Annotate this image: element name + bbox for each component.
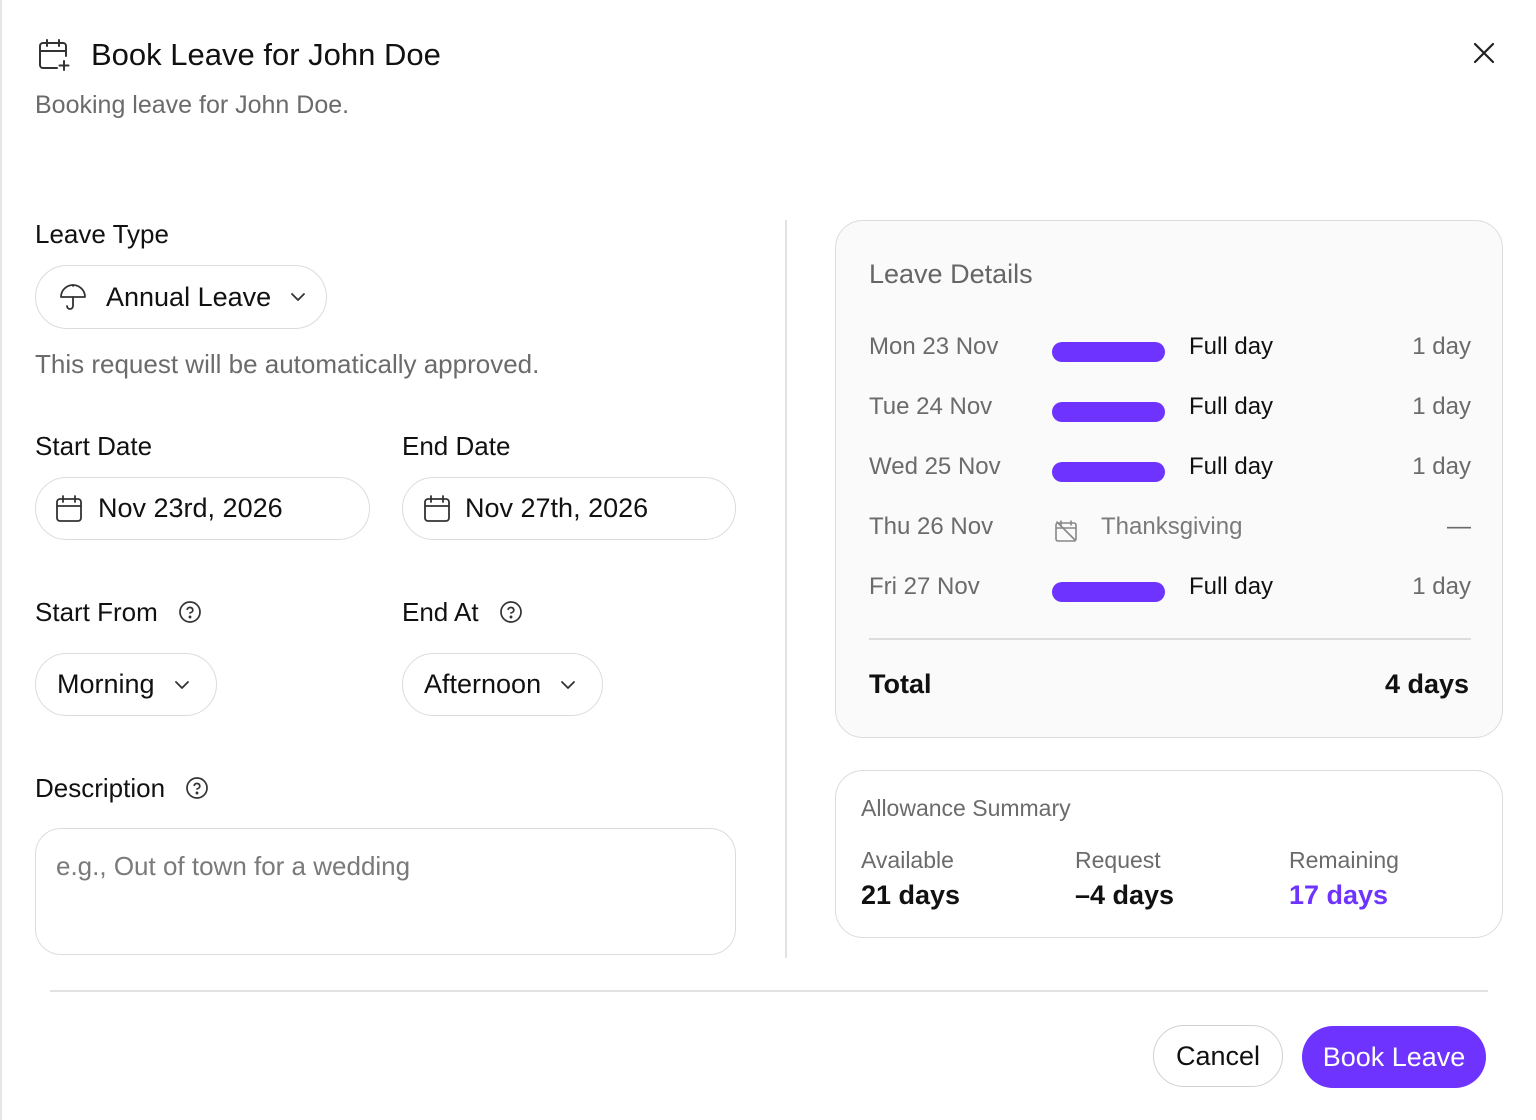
leave-day-amount: 1 day [1412, 393, 1471, 420]
available-label: Available [861, 847, 954, 873]
chevron-down-icon [559, 676, 577, 694]
start-date-picker[interactable]: Nov 23rd, 2026 [35, 477, 370, 540]
close-icon[interactable] [1473, 42, 1495, 64]
leave-day-amount: — [1447, 513, 1471, 540]
leave-type-select[interactable]: Annual Leave [35, 265, 327, 329]
allowance-available: Available 21 days [861, 847, 960, 911]
dialog-left-edge [0, 0, 2, 1120]
leave-type-label: Leave Type [35, 219, 169, 249]
dialog-subtitle: Booking leave for John Doe. [35, 91, 350, 119]
start-from-label: Start From [35, 597, 202, 627]
leave-day-date: Tue 24 Nov [869, 393, 993, 420]
request-value: –4 days [1075, 880, 1175, 910]
leave-day-date: Mon 23 Nov [869, 333, 999, 360]
auto-approve-note: This request will be automatically appro… [35, 349, 540, 379]
leave-details-title: Leave Details [869, 259, 1033, 289]
dialog-title: Book Leave for John Doe [91, 37, 441, 72]
column-divider [785, 220, 787, 958]
holiday-row: Thu 26 Nov Thanksgiving — [836, 507, 1504, 547]
total-value: 4 days [1384, 669, 1469, 699]
footer-divider [50, 990, 1488, 992]
end-date-label-text: End Date [402, 431, 511, 461]
start-from-select[interactable]: Morning [35, 653, 217, 716]
help-circle-icon[interactable] [499, 600, 523, 624]
leave-day-amount: 1 day [1412, 453, 1471, 480]
end-date-picker[interactable]: Nov 27th, 2026 [402, 477, 736, 540]
description-input[interactable] [35, 828, 736, 955]
available-value: 21 days [861, 880, 961, 910]
leave-day-date: Fri 27 Nov [869, 573, 980, 600]
leave-day-type: Full day [1189, 393, 1274, 420]
book-leave-button[interactable]: Book Leave [1302, 1026, 1486, 1088]
start-date-label-text: Start Date [35, 431, 153, 461]
end-at-label-text: End At [402, 597, 479, 627]
leave-day-row: Wed 25 Nov Full day 1 day [836, 447, 1504, 487]
leave-day-row: Tue 24 Nov Full day 1 day [836, 387, 1504, 427]
calendar-plus-icon [36, 37, 72, 73]
help-circle-icon[interactable] [178, 600, 202, 624]
end-date-value: Nov 27th, 2026 [465, 493, 649, 523]
remaining-value: 17 days [1289, 880, 1389, 910]
leave-day-type: Full day [1189, 333, 1274, 360]
allowance-summary-card: Allowance Summary Available 21 days Requ… [835, 770, 1503, 938]
leave-day-date: Wed 25 Nov [869, 453, 1001, 480]
umbrella-icon [58, 282, 88, 312]
end-at-select[interactable]: Afternoon [402, 653, 603, 716]
allowance-title: Allowance Summary [861, 795, 1071, 821]
calendar-icon [423, 494, 451, 523]
remaining-label: Remaining [1289, 847, 1399, 873]
close-button[interactable] [1467, 36, 1501, 70]
leave-type-value: Annual Leave [106, 281, 272, 312]
leave-day-amount: 1 day [1412, 333, 1471, 360]
full-day-bar [1052, 342, 1165, 362]
chevron-down-icon [289, 288, 307, 306]
leave-day-amount: 1 day [1412, 573, 1471, 600]
start-date-value: Nov 23rd, 2026 [98, 493, 283, 523]
end-date-label: End Date [402, 431, 510, 461]
full-day-bar [1052, 462, 1165, 482]
chevron-down-icon [173, 676, 191, 694]
description-label-text: Description [35, 773, 166, 803]
leave-day-row: Fri 27 Nov Full day 1 day [836, 567, 1504, 607]
request-label: Request [1075, 847, 1161, 873]
leave-details-card: Leave Details Mon 23 Nov Full day 1 day … [835, 220, 1503, 738]
start-from-label-text: Start From [35, 597, 158, 627]
full-day-bar [1052, 582, 1165, 602]
holiday-name: Thanksgiving [1101, 513, 1243, 540]
start-from-value: Morning [57, 669, 155, 699]
end-at-value: Afternoon [424, 669, 542, 699]
help-circle-icon[interactable] [185, 776, 209, 800]
leave-day-type: Full day [1189, 573, 1274, 600]
calendar-icon [55, 494, 83, 523]
end-at-label: End At [402, 597, 523, 627]
calendar-off-icon [1054, 519, 1078, 543]
allowance-request: Request –4 days [1075, 847, 1174, 911]
leave-day-type: Full day [1189, 453, 1274, 480]
description-label: Description [35, 773, 209, 803]
leave-day-row: Mon 23 Nov Full day 1 day [836, 327, 1504, 367]
total-label: Total [869, 669, 932, 699]
cancel-button[interactable]: Cancel [1153, 1025, 1283, 1087]
start-date-label: Start Date [35, 431, 152, 461]
leave-day-date: Thu 26 Nov [869, 513, 994, 540]
full-day-bar [1052, 402, 1165, 422]
leave-type-label-text: Leave Type [35, 219, 169, 249]
details-divider [869, 638, 1471, 640]
allowance-remaining: Remaining 17 days [1289, 847, 1399, 911]
